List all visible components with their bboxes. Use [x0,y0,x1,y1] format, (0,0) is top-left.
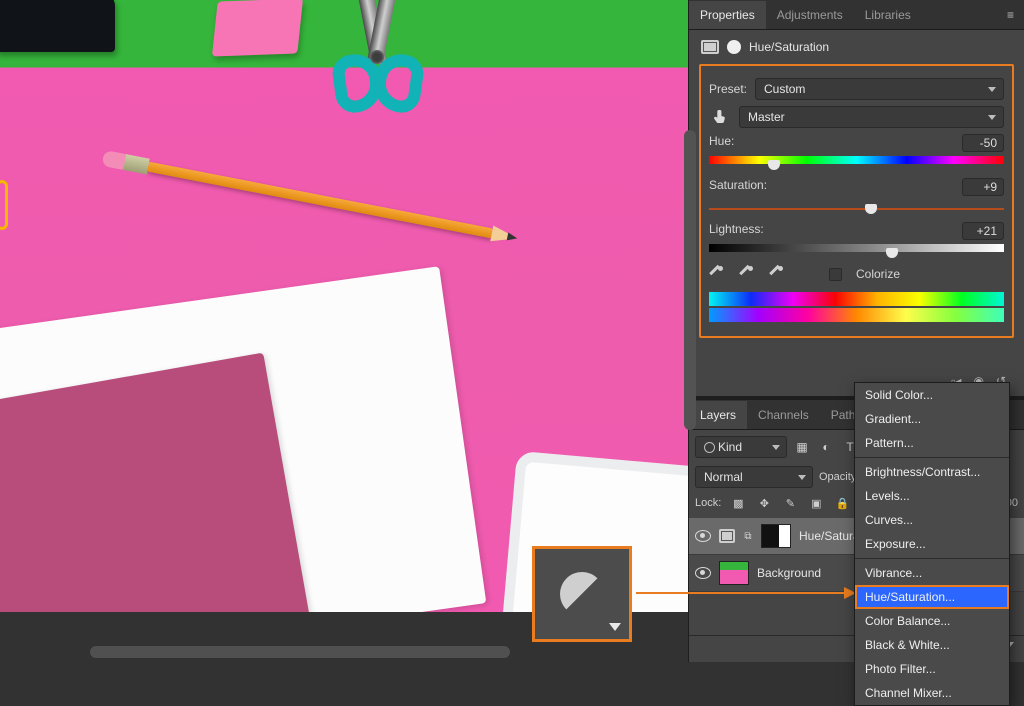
eyedropper-subtract-icon[interactable] [771,266,787,282]
horizontal-scrollbar[interactable] [90,646,510,658]
tab-libraries[interactable]: Libraries [854,1,922,29]
menu-item[interactable]: Exposure... [855,532,1009,556]
image-stapler [0,0,115,52]
menu-item[interactable]: Vibrance... [855,561,1009,585]
adjustment-layer-icon [719,529,735,543]
tab-channels[interactable]: Channels [747,401,820,429]
layer-mask-icon [727,40,741,54]
menu-item[interactable]: Photo Filter... [855,657,1009,681]
properties-highlight-box: Preset: Custom Master Hue: -50 [699,64,1014,338]
lock-all-icon[interactable]: 🔒 [833,494,851,512]
filter-adjustment-icon[interactable]: ◐ [817,438,835,456]
link-icon[interactable]: ⧉ [743,531,753,542]
lightness-value[interactable]: +21 [962,222,1004,240]
eyedropper-icon[interactable] [711,266,727,282]
menu-item[interactable]: Curves... [855,508,1009,532]
menu-item[interactable]: Gradient... [855,407,1009,431]
layer-filter-kind[interactable]: Kind [695,436,787,458]
preset-label: Preset: [709,82,747,96]
adjustment-type-header: Hue/Saturation [699,38,1014,64]
menu-separator [855,558,1009,559]
new-adjustment-layer-menu[interactable]: Solid Color...Gradient...Pattern... Brigh… [854,382,1010,706]
panel-menu-icon[interactable]: ≡ [997,8,1024,22]
mask-thumbnail[interactable] [761,524,791,548]
menu-item[interactable]: Solid Color... [855,383,1009,407]
hue-value[interactable]: -50 [962,134,1004,152]
lock-label: Lock: [695,497,721,509]
image-content [0,0,688,612]
tab-properties[interactable]: Properties [689,1,766,29]
adjustment-title: Hue/Saturation [749,40,829,54]
visibility-icon[interactable] [695,565,711,581]
menu-item[interactable]: Black & White... [855,633,1009,657]
menu-item[interactable]: Levels... [855,484,1009,508]
image-paperclip [0,180,8,230]
menu-separator [855,457,1009,458]
callout-arrow [636,592,854,594]
menu-item[interactable]: Brightness/Contrast... [855,460,1009,484]
image-scissors [310,0,440,128]
lock-transparent-icon[interactable]: ▩ [729,494,747,512]
image-pink-paper [0,353,312,612]
targeted-adjustment-icon[interactable] [709,106,731,128]
properties-tabs: Properties Adjustments Libraries ≡ [689,0,1024,30]
colorize-checkbox[interactable] [829,268,842,281]
tab-adjustments[interactable]: Adjustments [766,1,854,29]
visibility-icon[interactable] [695,528,711,544]
lock-artboard-icon[interactable]: ▣ [807,494,825,512]
layer-thumbnail[interactable] [719,561,749,585]
blend-mode-dropdown[interactable]: Normal [695,466,813,488]
colorize-label: Colorize [856,267,900,281]
dropdown-caret-icon [609,623,621,631]
menu-item[interactable]: Pattern... [855,431,1009,455]
lightness-slider[interactable]: Lightness: +21 [709,222,1004,254]
menu-item[interactable]: Channel Mixer... [855,681,1009,705]
document-canvas[interactable] [0,0,688,612]
saturation-value[interactable]: +9 [962,178,1004,196]
eyedropper-add-icon[interactable] [741,266,757,282]
menu-item[interactable]: Hue/Saturation... [855,585,1009,609]
lock-image-icon[interactable]: ✎ [781,494,799,512]
layer-name[interactable]: Background [757,566,821,580]
callout-adjustment-button [532,546,632,642]
preset-dropdown[interactable]: Custom [755,78,1004,100]
filter-pixel-icon[interactable]: ▦ [793,438,811,456]
menu-item[interactable]: Color Balance... [855,609,1009,633]
spectrum-after [709,308,1004,322]
spectrum-before [709,292,1004,306]
lock-move-icon[interactable]: ✥ [755,494,773,512]
lightness-label: Lightness: [709,222,764,240]
adjustment-icon [701,40,719,54]
image-eraser [212,0,303,56]
channel-dropdown[interactable]: Master [739,106,1004,128]
hue-slider[interactable]: Hue: -50 [709,134,1004,166]
image-pencil [147,162,492,239]
adjustment-layer-button-icon [560,572,604,616]
saturation-label: Saturation: [709,178,767,196]
saturation-slider[interactable]: Saturation: +9 [709,178,1004,210]
hue-label: Hue: [709,134,734,152]
